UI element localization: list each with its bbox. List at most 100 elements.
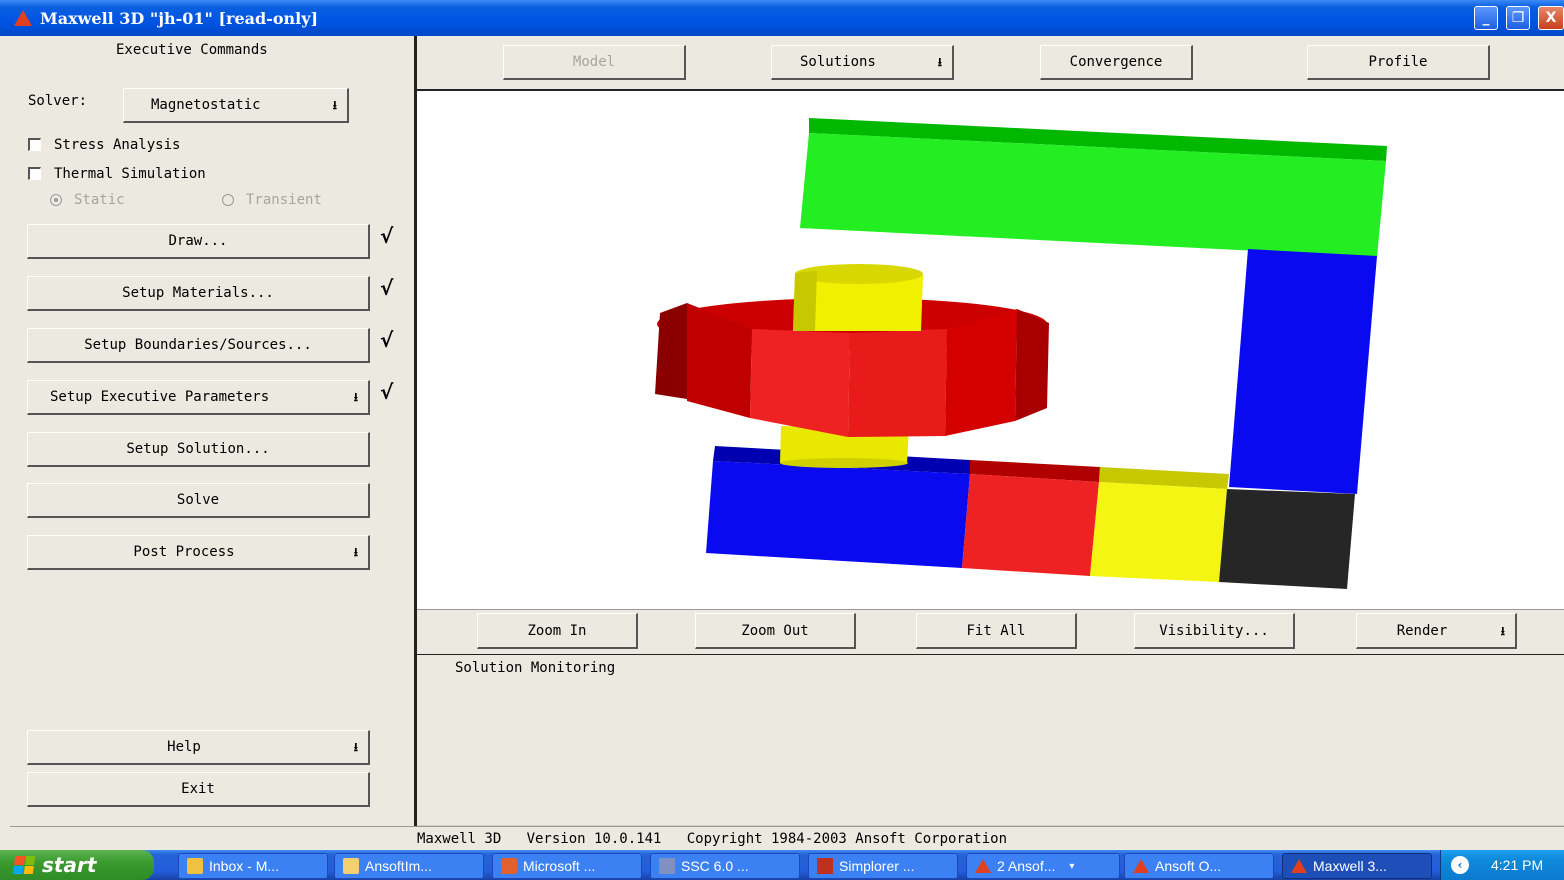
convergence-label: Convergence <box>1069 54 1163 70</box>
draw-label: Draw... <box>168 233 228 249</box>
solutions-dropdown[interactable]: Solutions ⭳ <box>771 45 954 80</box>
solve-label: Solve <box>176 492 220 508</box>
static-radio[interactable] <box>50 194 62 206</box>
task-ansoftim[interactable]: AnsoftIm... <box>334 853 484 879</box>
stress-analysis-checkbox[interactable] <box>28 138 41 151</box>
dropdown-arrow-icon: ⭳ <box>937 55 942 69</box>
task-label: Maxwell 3... <box>1313 858 1387 874</box>
solver-label: Solver: <box>28 93 88 109</box>
status-text: Maxwell 3D Version 10.0.141 Copyright 19… <box>417 831 1008 847</box>
bottom-bar-yellow <box>1090 482 1227 582</box>
exec-params-done-check-icon: √ <box>380 380 394 404</box>
task-label: Inbox - M... <box>209 858 280 874</box>
task-maxwell[interactable]: Maxwell 3... <box>1282 853 1432 879</box>
solutions-label: Solutions <box>800 54 876 70</box>
visibility-button[interactable]: Visibility... <box>1134 613 1295 649</box>
minimize-button[interactable]: _ <box>1474 6 1498 30</box>
dropdown-arrow-icon: ⭳ <box>332 98 337 112</box>
solve-button[interactable]: Solve <box>27 483 370 518</box>
draw-done-check-icon: √ <box>380 224 394 248</box>
red-ring-front-right <box>848 329 947 437</box>
post-process-button[interactable]: Post Process ⭳ <box>27 535 370 570</box>
tray-expand-icon[interactable]: ‹ <box>1451 856 1469 874</box>
task-inbox[interactable]: Inbox - M... <box>178 853 328 879</box>
profile-button[interactable]: Profile <box>1307 45 1490 80</box>
solution-monitoring-panel: Solution Monitoring <box>417 655 1564 825</box>
draw-button[interactable]: Draw... <box>27 224 370 259</box>
executive-commands-panel: Executive Commands Solver: Magnetostatic… <box>10 36 417 826</box>
dropdown-arrow-icon: ⭳ <box>353 740 358 754</box>
task-label: 2 Ansof... <box>997 858 1056 874</box>
zoom-out-label: Zoom Out <box>741 622 809 639</box>
setup-exec-params-button[interactable]: Setup Executive Parameters ⭳ <box>27 380 370 415</box>
transient-label: Transient <box>246 192 322 208</box>
setup-solution-button[interactable]: Setup Solution... <box>27 432 370 467</box>
transient-radio[interactable] <box>222 194 234 206</box>
fit-all-button[interactable]: Fit All <box>916 613 1077 649</box>
close-button[interactable]: X <box>1538 6 1564 30</box>
red-ring-front-left <box>750 329 850 437</box>
render-label: Render <box>1396 622 1448 639</box>
ssc-icon <box>659 858 675 874</box>
stress-analysis-label: Stress Analysis <box>54 137 181 153</box>
start-button[interactable]: start <box>0 850 154 880</box>
maxwell-app-icon <box>14 10 32 26</box>
upper-cylinder-shade <box>793 271 817 331</box>
task-ansoft-o[interactable]: Ansoft O... <box>1124 853 1274 879</box>
model-3d-scene <box>655 118 1387 589</box>
bottom-bar-blue <box>706 461 970 568</box>
task-ansoft-group[interactable]: 2 Ansof... ▾ <box>966 853 1120 879</box>
thermal-simulation-label: Thermal Simulation <box>54 166 206 182</box>
monitor-title: Solution Monitoring <box>455 660 616 676</box>
solver-dropdown[interactable]: Magnetostatic ⭳ <box>123 88 349 123</box>
lower-cylinder-base <box>780 458 908 468</box>
visibility-label: Visibility... <box>1159 622 1269 639</box>
setup-boundaries-button[interactable]: Setup Boundaries/Sources... <box>27 328 370 363</box>
ansoft-icon <box>975 859 991 873</box>
powerpoint-icon <box>501 858 517 874</box>
system-tray: ‹ 4:21 PM <box>1440 850 1564 880</box>
red-ring-left-edge <box>655 303 687 399</box>
top-toolbar: Model Solutions ⭳ Convergence Profile <box>417 36 1564 91</box>
task-simplorer[interactable]: Simplorer ... <box>808 853 958 879</box>
task-label: SSC 6.0 ... <box>681 858 749 874</box>
help-button[interactable]: Help ⭳ <box>27 730 370 765</box>
task-label: Ansoft O... <box>1155 858 1222 874</box>
zoom-in-label: Zoom In <box>527 622 587 639</box>
folder-icon <box>343 858 359 874</box>
panel-header: Executive Commands <box>116 42 268 58</box>
render-dropdown[interactable]: Render ⭳ <box>1356 613 1517 649</box>
zoom-in-button[interactable]: Zoom In <box>477 613 638 649</box>
materials-done-check-icon: √ <box>380 276 394 300</box>
outlook-icon <box>187 858 203 874</box>
convergence-button[interactable]: Convergence <box>1040 45 1193 80</box>
model-label: Model <box>572 54 616 70</box>
exit-button[interactable]: Exit <box>27 772 370 807</box>
task-ssc[interactable]: SSC 6.0 ... <box>650 853 800 879</box>
dropdown-arrow-icon: ⭳ <box>1500 623 1505 638</box>
red-ring-right-face <box>945 309 1017 436</box>
clock[interactable]: 4:21 PM <box>1491 857 1543 873</box>
blue-column <box>1229 249 1377 494</box>
chevron-down-icon: ▾ <box>1069 860 1075 872</box>
model-3d-viewport[interactable] <box>417 91 1564 609</box>
view-toolbar: Zoom In Zoom Out Fit All Visibility... R… <box>417 609 1564 656</box>
solution-label: Setup Solution... <box>126 441 270 457</box>
bottom-bar-red <box>962 474 1099 576</box>
setup-materials-button[interactable]: Setup Materials... <box>27 276 370 311</box>
static-label: Static <box>74 192 125 208</box>
dropdown-arrow-icon: ⭳ <box>353 545 358 559</box>
exec-params-label: Setup Executive Parameters <box>50 389 270 405</box>
restore-button[interactable]: ❐ <box>1506 6 1530 30</box>
window-frame <box>0 36 10 850</box>
profile-label: Profile <box>1368 54 1428 70</box>
window-title: Maxwell 3D "jh-01" [read-only] <box>40 9 319 28</box>
task-label: AnsoftIm... <box>365 858 432 874</box>
materials-label: Setup Materials... <box>122 285 274 301</box>
start-label: start <box>42 853 97 877</box>
ansoft-icon <box>1133 859 1149 873</box>
task-microsoft[interactable]: Microsoft ... <box>492 853 642 879</box>
zoom-out-button[interactable]: Zoom Out <box>695 613 856 649</box>
thermal-simulation-checkbox[interactable] <box>28 167 41 180</box>
model-button[interactable]: Model <box>503 45 686 80</box>
